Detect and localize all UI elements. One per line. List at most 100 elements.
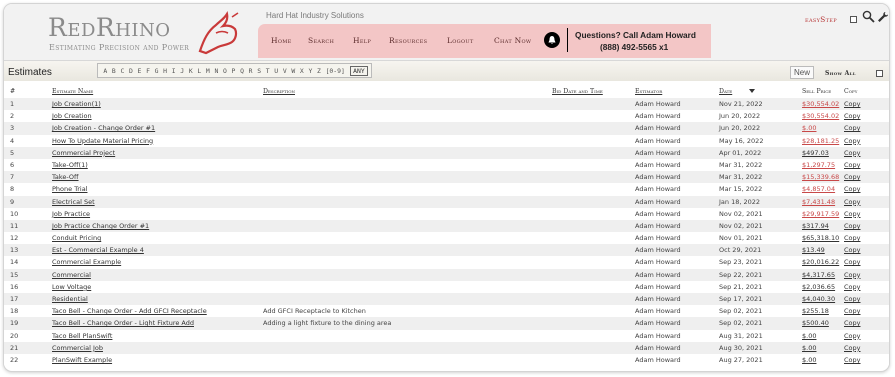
header-estimator[interactable]: Estimator: [635, 88, 662, 95]
estimate-name-link[interactable]: Est - Commercial Example 4: [52, 246, 144, 254]
copy-link[interactable]: Copy: [844, 283, 861, 291]
copy-link[interactable]: Copy: [844, 344, 861, 352]
alpha-filter-item[interactable]: R: [246, 67, 255, 75]
sell-price-link[interactable]: $497.03: [802, 149, 829, 157]
header-estimate-name[interactable]: Estimate Name: [52, 88, 93, 95]
nav-chat-now[interactable]: Chat Now: [494, 36, 531, 45]
nav-search[interactable]: Search: [308, 36, 334, 45]
header-bid-date[interactable]: Bid Date and Time: [552, 88, 603, 95]
estimate-name-link[interactable]: PlanSwift Example: [52, 356, 112, 364]
header-date[interactable]: Date: [719, 88, 732, 95]
alpha-filter-item[interactable]: N: [212, 67, 221, 75]
copy-link[interactable]: Copy: [844, 185, 861, 193]
copy-link[interactable]: Copy: [844, 198, 861, 206]
sell-price-link[interactable]: $29,917.59: [802, 210, 839, 218]
wrench-icon[interactable]: [877, 11, 889, 23]
copy-link[interactable]: Copy: [844, 124, 861, 132]
sell-price-link[interactable]: $255.18: [802, 307, 829, 315]
estimate-name-link[interactable]: Taco Bell PlanSwift: [52, 332, 112, 340]
sort-desc-icon[interactable]: [749, 89, 755, 93]
sell-price-link[interactable]: $30,554.02: [802, 112, 839, 120]
header-description[interactable]: Description: [263, 88, 295, 95]
alpha-filter-item[interactable]: V: [280, 67, 289, 75]
alpha-filter-item[interactable]: D: [127, 67, 136, 75]
sell-price-link[interactable]: $.00: [802, 344, 816, 352]
sell-price-link[interactable]: $.00: [802, 124, 816, 132]
sell-price-link[interactable]: $4,317.65: [802, 271, 835, 279]
sell-price-link[interactable]: $7,431.48: [802, 198, 835, 206]
copy-link[interactable]: Copy: [844, 173, 861, 181]
show-all-checkbox[interactable]: [876, 70, 883, 77]
new-button[interactable]: New: [790, 66, 815, 79]
estimate-name-link[interactable]: Commercial: [52, 271, 91, 279]
estimate-name-link[interactable]: Taco Bell - Change Order - Light Fixture…: [52, 319, 194, 327]
alpha-filter-item[interactable]: A: [101, 67, 110, 75]
sell-price-link[interactable]: $.00: [802, 356, 816, 364]
easystep-checkbox[interactable]: [850, 16, 857, 23]
sell-price-link[interactable]: $13.49: [802, 246, 825, 254]
alpha-filter-item[interactable]: Y: [306, 67, 315, 75]
alpha-filter-item[interactable]: K: [186, 67, 195, 75]
copy-link[interactable]: Copy: [844, 307, 861, 315]
copy-link[interactable]: Copy: [844, 137, 861, 145]
copy-link[interactable]: Copy: [844, 112, 861, 120]
sell-price-link[interactable]: $4,040.30: [802, 295, 835, 303]
estimate-name-link[interactable]: Phone Trial: [52, 185, 87, 193]
copy-link[interactable]: Copy: [844, 246, 861, 254]
copy-link[interactable]: Copy: [844, 295, 861, 303]
copy-link[interactable]: Copy: [844, 161, 861, 169]
estimate-name-link[interactable]: Conduit Pricing: [52, 234, 101, 242]
alpha-filter-item[interactable]: F: [144, 67, 153, 75]
copy-link[interactable]: Copy: [844, 222, 861, 230]
nav-logout[interactable]: Logout: [447, 36, 474, 45]
search-icon[interactable]: [862, 10, 875, 23]
copy-link[interactable]: Copy: [844, 319, 861, 327]
sell-price-link[interactable]: $2,036.65: [802, 283, 835, 291]
copy-link[interactable]: Copy: [844, 234, 861, 242]
estimate-name-link[interactable]: Job Creation(1): [52, 100, 101, 108]
alpha-filter-item[interactable]: H: [161, 67, 170, 75]
alpha-filter-item[interactable]: G: [152, 67, 161, 75]
alpha-filter-item[interactable]: ANY: [350, 65, 368, 76]
estimate-name-link[interactable]: Commercial Example: [52, 258, 121, 266]
alpha-filter-item[interactable]: B: [110, 67, 119, 75]
logo[interactable]: RedRhino Estimating Precision and Power: [48, 11, 258, 56]
nav-resources[interactable]: Resources: [389, 36, 427, 45]
copy-link[interactable]: Copy: [844, 271, 861, 279]
estimate-name-link[interactable]: Job Creation - Change Order #1: [52, 124, 155, 132]
estimate-name-link[interactable]: Commercial Job: [52, 344, 103, 352]
alpha-filter-item[interactable]: T: [263, 67, 272, 75]
sell-price-link[interactable]: $500.40: [802, 319, 829, 327]
estimate-name-link[interactable]: Residential: [52, 295, 88, 303]
sell-price-link[interactable]: $15,339.68: [802, 173, 839, 181]
alpha-filter-item[interactable]: W: [289, 67, 298, 75]
copy-link[interactable]: Copy: [844, 356, 861, 364]
sell-price-link[interactable]: $65,318.10: [802, 234, 839, 242]
estimate-name-link[interactable]: How To Update Material Pricing: [52, 137, 153, 145]
alpha-filter-item[interactable]: M: [204, 67, 213, 75]
alpha-filter-item[interactable]: Q: [238, 67, 247, 75]
alpha-filter-item[interactable]: E: [135, 67, 144, 75]
alpha-filter-item[interactable]: C: [118, 67, 127, 75]
estimate-name-link[interactable]: Job Creation: [52, 112, 92, 120]
estimate-name-link[interactable]: Commercial Project: [52, 149, 115, 157]
alpha-filter-item[interactable]: S: [255, 67, 264, 75]
estimate-name-link[interactable]: Take-Off(1): [52, 161, 88, 169]
estimate-name-link[interactable]: Electrical Set: [52, 198, 95, 206]
alpha-filter-item[interactable]: P: [229, 67, 238, 75]
bell-icon[interactable]: [544, 32, 560, 48]
alpha-filter-item[interactable]: Z: [315, 67, 324, 75]
sell-price-link[interactable]: $30,554.02: [802, 100, 839, 108]
estimate-name-link[interactable]: Taco Bell - Change Order - Add GFCI Rece…: [52, 307, 207, 315]
nav-help[interactable]: Help: [353, 36, 371, 45]
sell-price-link[interactable]: $28,181.25: [802, 137, 839, 145]
alpha-filter-item[interactable]: U: [272, 67, 281, 75]
alpha-filter-item[interactable]: I: [169, 67, 178, 75]
copy-link[interactable]: Copy: [844, 210, 861, 218]
sell-price-link[interactable]: $20,016.22: [802, 258, 839, 266]
estimate-name-link[interactable]: Job Practice: [52, 210, 90, 218]
alpha-filter-item[interactable]: [0-9]: [323, 67, 347, 75]
copy-link[interactable]: Copy: [844, 149, 861, 157]
sell-price-link[interactable]: $.00: [802, 332, 816, 340]
copy-link[interactable]: Copy: [844, 332, 861, 340]
